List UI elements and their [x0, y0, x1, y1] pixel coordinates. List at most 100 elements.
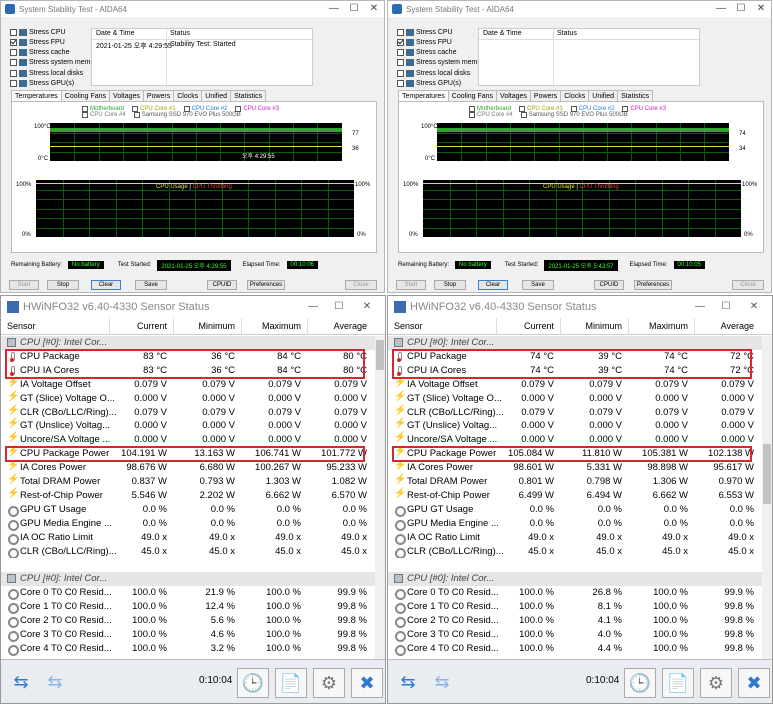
- column-header-current[interactable]: Current: [524, 321, 554, 331]
- legend-item[interactable]: CPU Core #4: [82, 112, 126, 118]
- scrollbar[interactable]: [762, 336, 772, 659]
- navigate-arrows-alt-icon[interactable]: ⇆: [426, 668, 458, 696]
- table-row[interactable]: Total DRAM Power 0.837 W 0.793 W 1.303 W 1.0…: [1, 474, 385, 489]
- window-title-bar[interactable]: HWiNFO32 v6.40-4330 Sensor Status: [388, 296, 772, 318]
- column-header-sensor[interactable]: Sensor: [394, 321, 423, 331]
- maximize-button[interactable]: ☐: [329, 299, 349, 315]
- maximize-button[interactable]: ☐: [731, 1, 751, 17]
- checkbox-box[interactable]: [397, 59, 404, 67]
- table-row[interactable]: Total DRAM Power 0.801 W 0.798 W 1.306 W 0.9…: [388, 474, 772, 489]
- close-window-button[interactable]: ✕: [751, 1, 771, 17]
- legend-item[interactable]: CPU Core #4: [469, 112, 513, 118]
- table-row[interactable]: GPU GT Usage 0.0 % 0.0 % 0.0 % 0.0 %: [388, 503, 772, 517]
- tab-powers[interactable]: Powers: [142, 90, 175, 101]
- table-row[interactable]: IA OC Ratio Limit 49.0 x 49.0 x 49.0 x 49.0 …: [1, 531, 385, 545]
- close-icon[interactable]: ✖: [738, 668, 770, 698]
- sensor-group-header[interactable]: CPU [#0]: Intel Cor...: [388, 572, 772, 587]
- settings-gear-icon[interactable]: ⚙: [313, 668, 345, 698]
- start-button[interactable]: Start: [9, 280, 39, 290]
- maximize-button[interactable]: ☐: [344, 1, 364, 17]
- column-separator[interactable]: [694, 318, 695, 335]
- close-icon[interactable]: ✖: [351, 668, 383, 698]
- stress-fpu-checkbox[interactable]: Stress FPU: [397, 37, 452, 47]
- table-row[interactable]: IA Voltage Offset 0.079 V 0.079 V 0.079 V 0.…: [1, 377, 385, 392]
- table-row[interactable]: GPU Media Engine ... 0.0 % 0.0 % 0.0 % 0.0 %: [388, 517, 772, 531]
- column-header-minimum[interactable]: Minimum: [198, 321, 235, 331]
- table-row[interactable]: GT (Unslice) Voltag... 0.000 V 0.000 V 0.00…: [388, 418, 772, 433]
- table-row[interactable]: Uncore/SA Voltage ... 0.000 V 0.000 V 0.000…: [1, 432, 385, 447]
- table-row[interactable]: CLR (CBo/LLC/Ring)... 0.079 V 0.079 V 0.079…: [388, 405, 772, 420]
- column-separator[interactable]: [560, 318, 561, 335]
- column-header-maximum[interactable]: Maximum: [649, 321, 688, 331]
- checkbox-box[interactable]: [397, 28, 404, 36]
- table-row[interactable]: Rest-of-Chip Power 6.499 W 6.494 W 6.662 W 6…: [388, 488, 772, 503]
- close-button[interactable]: Close: [732, 280, 764, 290]
- column-separator[interactable]: [628, 318, 629, 335]
- preferences-button[interactable]: Preferences: [634, 280, 672, 290]
- table-row[interactable]: CLR (CBo/LLC/Ring)... 45.0 x 45.0 x 45.0 x 4…: [388, 545, 772, 559]
- report-icon[interactable]: 📄: [662, 668, 694, 698]
- scrollbar-thumb[interactable]: [376, 340, 384, 370]
- checkbox-box[interactable]: [10, 59, 17, 67]
- tab-voltages[interactable]: Voltages: [109, 90, 144, 101]
- checkbox-box[interactable]: [397, 38, 404, 46]
- minimize-button[interactable]: —: [690, 299, 710, 315]
- table-row[interactable]: IA Voltage Offset 0.079 V 0.079 V 0.079 V 0.…: [388, 377, 772, 392]
- legend-item[interactable]: Samsung SSD 970 EVO Plus 500GB: [133, 112, 241, 118]
- report-icon[interactable]: 📄: [275, 668, 307, 698]
- tab-temperatures[interactable]: Temperatures: [11, 90, 62, 101]
- table-row[interactable]: GPU GT Usage 0.0 % 0.0 % 0.0 % 0.0 %: [1, 503, 385, 517]
- table-row[interactable]: CLR (CBo/LLC/Ring)... 0.079 V 0.079 V 0.079…: [1, 405, 385, 420]
- table-row[interactable]: GT (Slice) Voltage O... 0.000 V 0.000 V 0.0…: [1, 391, 385, 406]
- table-row[interactable]: GPU Media Engine ... 0.0 % 0.0 % 0.0 % 0.0 %: [1, 517, 385, 531]
- table-row[interactable]: Core 3 T0 C0 Resid... 100.0 % 4.0 % 100.0 %…: [388, 628, 772, 642]
- stop-button[interactable]: Stop: [47, 280, 79, 290]
- table-row[interactable]: IA OC Ratio Limit 49.0 x 49.0 x 49.0 x 49.0 …: [388, 531, 772, 545]
- checkbox-box[interactable]: [10, 49, 17, 57]
- stress-disks-checkbox[interactable]: Stress local disks: [10, 68, 83, 78]
- checkbox-box[interactable]: [397, 80, 404, 87]
- table-row[interactable]: Core 4 T0 C0 Resid... 100.0 % 3.2 % 100.0 %…: [1, 642, 385, 656]
- save-button[interactable]: Save: [135, 280, 167, 290]
- legend-item[interactable]: CPU Core #3: [622, 106, 666, 112]
- column-separator[interactable]: [241, 318, 242, 335]
- tab-temperatures[interactable]: Temperatures: [398, 90, 449, 101]
- sensor-group-header[interactable]: CPU [#0]: Intel Cor...: [388, 336, 772, 350]
- close-window-button[interactable]: ✕: [357, 299, 377, 315]
- tab-statistics[interactable]: Statistics: [230, 90, 267, 101]
- sensor-group-header[interactable]: CPU [#0]: Intel Cor...: [1, 572, 385, 587]
- start-button[interactable]: Start: [396, 280, 426, 290]
- legend-checkbox[interactable]: [82, 112, 88, 118]
- column-separator[interactable]: [496, 318, 497, 335]
- minimize-button[interactable]: —: [711, 1, 731, 17]
- checkbox-box[interactable]: [10, 69, 17, 77]
- stress-memory-checkbox[interactable]: Stress system memory: [10, 58, 100, 68]
- window-title-bar[interactable]: HWiNFO32 v6.40-4330 Sensor Status: [1, 296, 385, 318]
- table-row[interactable]: GT (Unslice) Voltag... 0.000 V 0.000 V 0.00…: [1, 418, 385, 433]
- legend-checkbox[interactable]: [520, 112, 527, 118]
- tab-cooling-fans[interactable]: Cooling Fans: [447, 90, 498, 101]
- tab-unified[interactable]: Unified: [201, 90, 232, 101]
- clear-button[interactable]: Clear: [478, 280, 508, 290]
- tab-clocks[interactable]: Clocks: [173, 90, 203, 101]
- table-row[interactable]: CLR (CBo/LLC/Ring)... 45.0 x 45.0 x 45.0 x 4…: [1, 545, 385, 559]
- save-button[interactable]: Save: [522, 280, 554, 290]
- table-row[interactable]: Core 1 T0 C0 Resid... 100.0 % 12.4 % 100.0 …: [1, 600, 385, 615]
- stop-button[interactable]: Stop: [434, 280, 466, 290]
- table-row[interactable]: Core 3 T0 C0 Resid... 100.0 % 4.6 % 100.0 %…: [1, 628, 385, 642]
- cpuid-button[interactable]: CPUID: [594, 280, 624, 290]
- tab-voltages[interactable]: Voltages: [496, 90, 531, 101]
- tab-powers[interactable]: Powers: [529, 90, 562, 101]
- column-header-average[interactable]: Average: [721, 321, 754, 331]
- navigate-arrows-icon[interactable]: ⇆: [392, 668, 424, 696]
- table-row[interactable]: Core 0 T0 C0 Resid... 100.0 % 26.8 % 100.0 …: [388, 586, 772, 601]
- checkbox-box[interactable]: [10, 80, 17, 87]
- navigate-arrows-icon[interactable]: ⇆: [5, 668, 37, 696]
- table-row[interactable]: Core 2 T0 C0 Resid... 100.0 % 4.1 % 100.0 %…: [388, 614, 772, 628]
- table-row[interactable]: Rest-of-Chip Power 5.546 W 2.202 W 6.662 W 6…: [1, 488, 385, 503]
- close-window-button[interactable]: ✕: [744, 299, 764, 315]
- legend-checkbox[interactable]: [133, 112, 140, 118]
- column-header-average[interactable]: Average: [334, 321, 367, 331]
- checkbox-box[interactable]: [10, 28, 17, 36]
- clock-icon[interactable]: 🕒: [237, 668, 269, 698]
